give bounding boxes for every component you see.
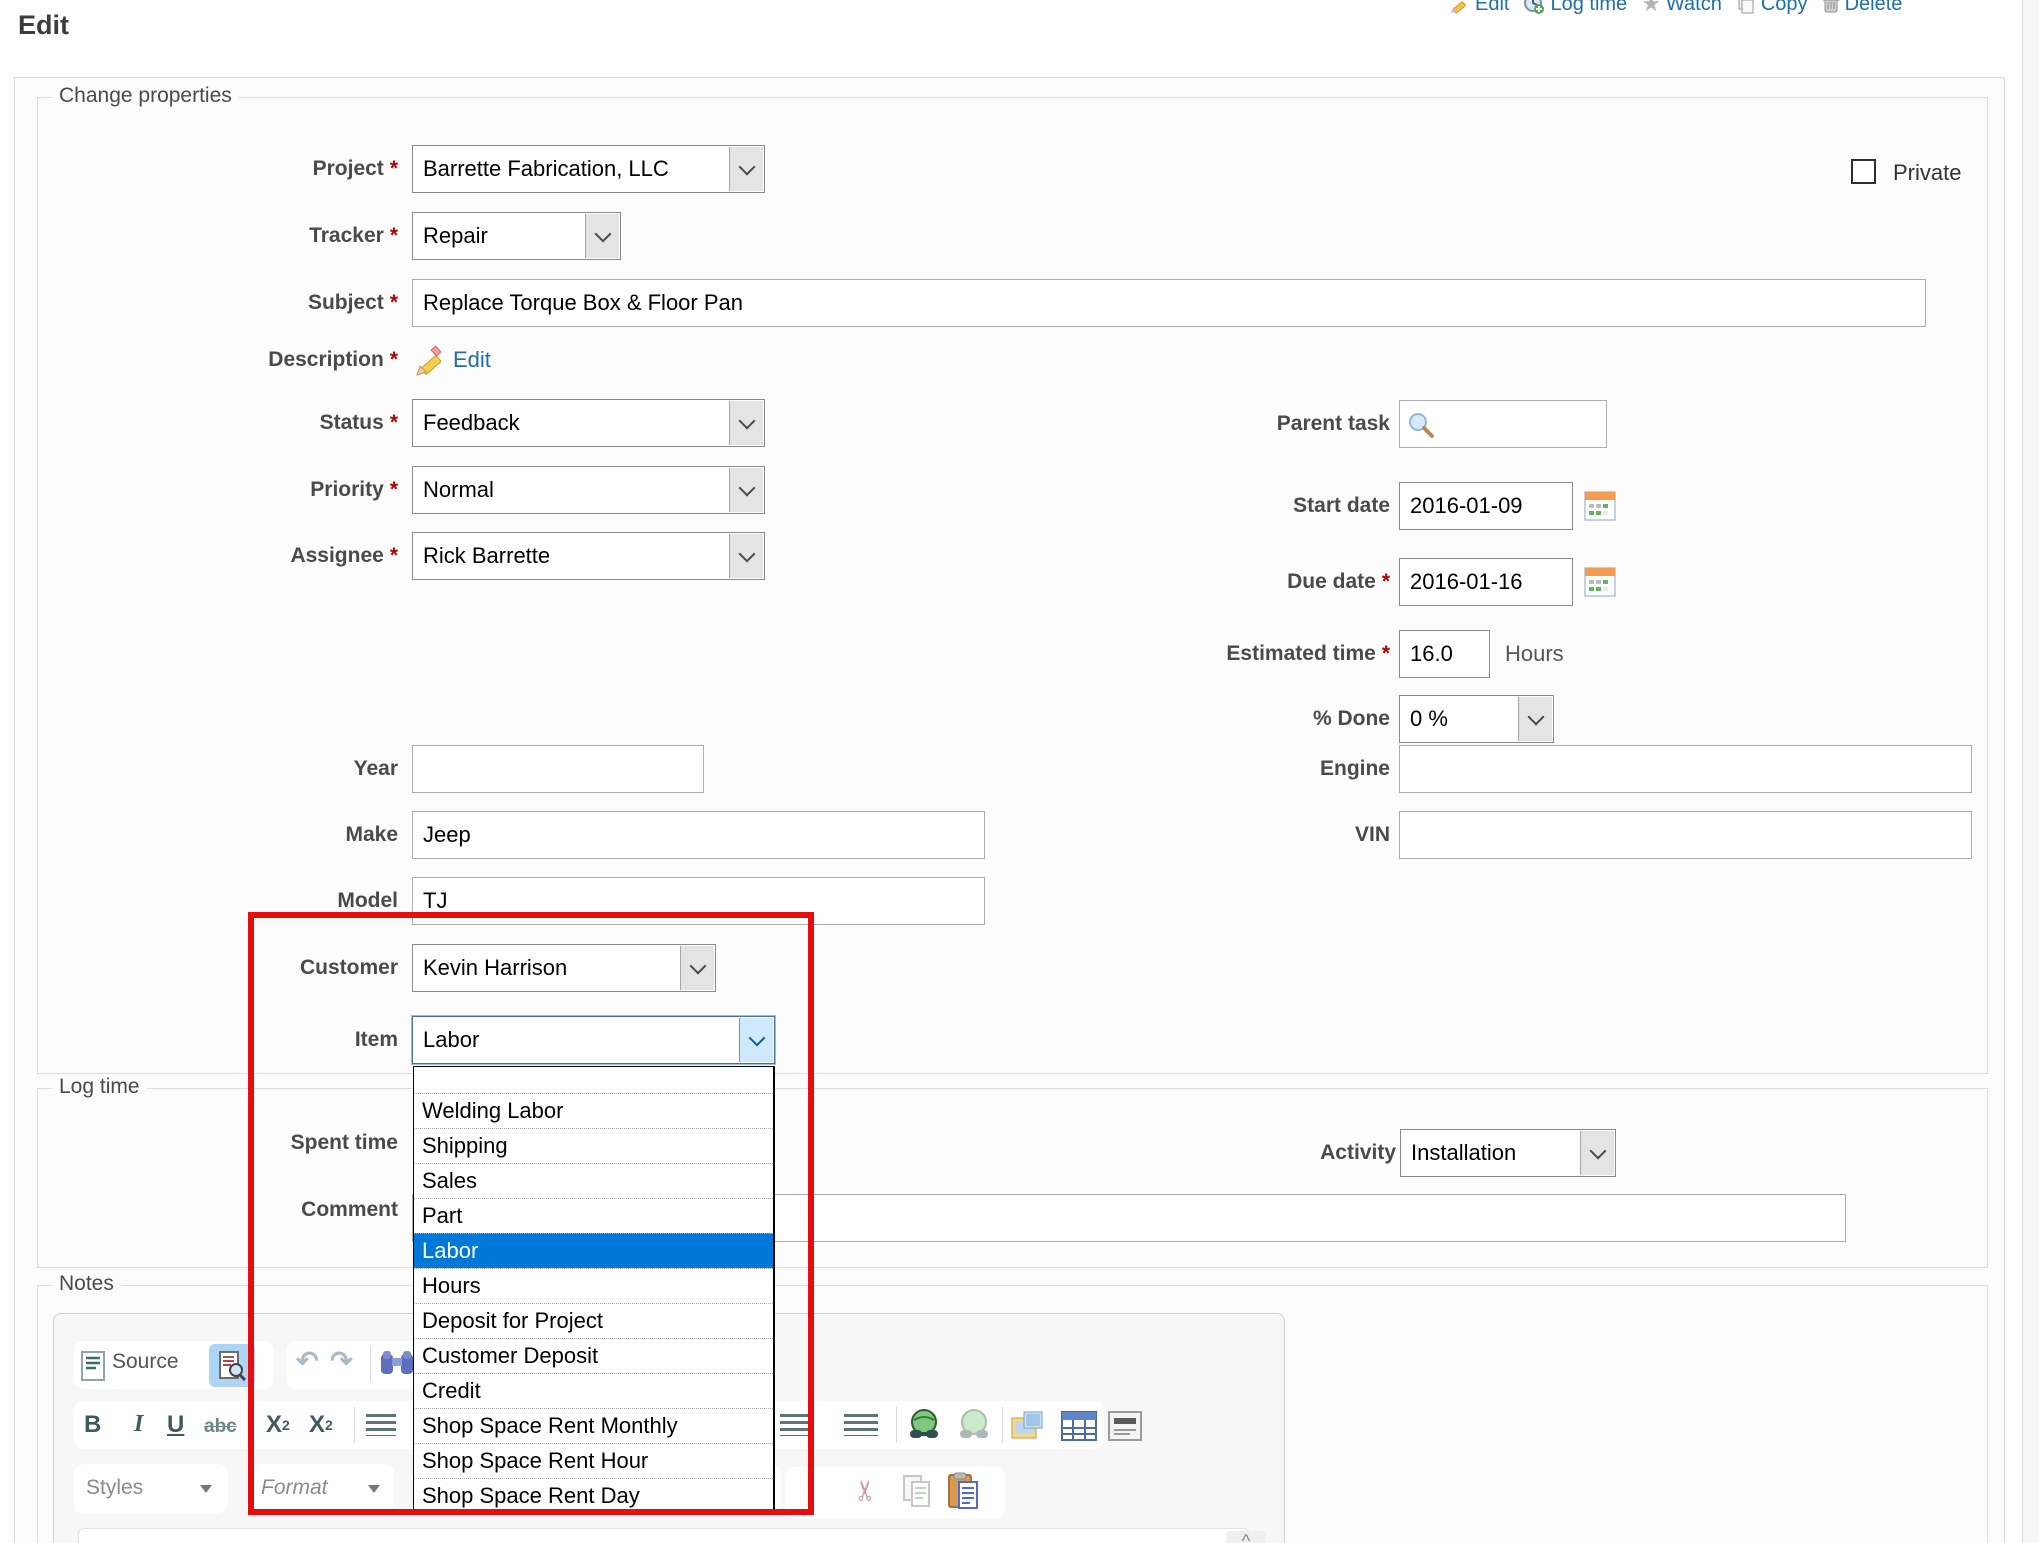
context-toolbar: Edit Log time ★ Watch Copy Delete [1450, 0, 1902, 18]
log-time-legend: Log time [52, 1075, 147, 1099]
styles-dropdown[interactable]: Styles [74, 1464, 228, 1514]
project-select[interactable]: Barrette Fabrication, LLC [412, 145, 765, 193]
due-date-input[interactable]: 2016-01-16 [1399, 558, 1573, 606]
copy-link[interactable]: Copy [1736, 0, 1808, 16]
start-date-input[interactable]: 2016-01-09 [1399, 482, 1573, 530]
description-label: Description* [60, 347, 398, 373]
source-button[interactable]: Source [112, 1350, 179, 1374]
cut-icon[interactable]: ✂ [849, 1479, 882, 1502]
engine-input[interactable] [1399, 745, 1972, 793]
chevron-down-icon [729, 468, 763, 512]
parent-task-label: Parent task [1000, 411, 1390, 437]
edit-link[interactable]: Edit [1450, 0, 1509, 16]
copy-pages-icon[interactable] [902, 1474, 932, 1508]
status-select[interactable]: Feedback [412, 399, 765, 447]
notes-legend: Notes [52, 1272, 121, 1296]
hours-unit-label: Hours [1505, 641, 1564, 667]
tracker-select[interactable]: Repair [412, 212, 621, 260]
page-title: Edit [18, 10, 69, 41]
image-icon[interactable] [1010, 1408, 1048, 1444]
make-input[interactable]: Jeep [412, 811, 985, 859]
trash-icon [1822, 0, 1840, 14]
template-doc-icon [218, 1351, 246, 1381]
clock-plus-icon [1523, 0, 1545, 15]
estimated-time-label: Estimated time* [1000, 641, 1390, 667]
issue-edit-page: Edit Log time ★ Watch Copy Delete Edit C… [0, 0, 2039, 1543]
private-checkbox[interactable] [1851, 159, 1876, 184]
vin-label: VIN [1000, 822, 1390, 848]
activity-label: Activity [1006, 1140, 1396, 1166]
chevron-down-icon [1580, 1131, 1614, 1175]
annotation-highlight-rectangle [248, 912, 814, 1515]
pencil-icon [413, 344, 447, 378]
status-label: Status* [60, 410, 398, 436]
pencil-icon [1450, 0, 1470, 14]
bold-button[interactable]: B [84, 1411, 101, 1439]
engine-label: Engine [1000, 756, 1390, 782]
chevron-down-icon [585, 214, 619, 258]
calendar-icon[interactable] [1584, 566, 1616, 603]
year-input[interactable] [412, 745, 704, 793]
subject-label: Subject* [60, 290, 398, 316]
tracker-label: Tracker* [60, 223, 398, 249]
chevron-down-icon [729, 401, 763, 445]
activity-select[interactable]: Installation [1400, 1129, 1616, 1177]
notes-content-area[interactable] [78, 1528, 1250, 1543]
unlink-icon[interactable] [956, 1408, 992, 1442]
table-icon[interactable] [1060, 1408, 1098, 1444]
description-edit-link[interactable]: Edit [453, 347, 491, 373]
delete-link[interactable]: Delete [1822, 0, 1903, 16]
text-block-icon[interactable] [1106, 1408, 1144, 1444]
italic-button[interactable]: I [134, 1411, 143, 1438]
chevron-down-icon [200, 1485, 212, 1493]
chevron-down-icon [1518, 697, 1552, 741]
year-label: Year [60, 756, 398, 782]
copy-icon [1736, 0, 1756, 14]
underline-button[interactable]: U [167, 1411, 184, 1439]
watch-link[interactable]: ★ Watch [1641, 0, 1722, 16]
subject-input[interactable]: Replace Torque Box & Floor Pan [412, 279, 1926, 327]
percent-done-label: % Done [1000, 706, 1390, 732]
due-date-label: Due date* [1000, 569, 1390, 595]
priority-select[interactable]: Normal [412, 466, 765, 514]
toolbar-collapse-button[interactable]: ^ [1226, 1531, 1266, 1543]
star-icon: ★ [1641, 0, 1661, 14]
justify-icon[interactable] [844, 1414, 878, 1436]
vin-input[interactable] [1399, 811, 1972, 859]
calendar-icon[interactable] [1584, 490, 1616, 527]
change-properties-legend: Change properties [52, 84, 239, 108]
chevron-down-icon [729, 534, 763, 578]
paste-icon[interactable] [947, 1472, 979, 1510]
source-doc-icon [80, 1351, 106, 1381]
strikethrough-button[interactable]: abc [204, 1416, 237, 1438]
estimated-time-input[interactable]: 16.0 [1399, 630, 1490, 678]
chevron-down-icon [729, 147, 763, 191]
start-date-label: Start date [1000, 493, 1390, 519]
assignee-select[interactable]: Rick Barrette [412, 532, 765, 580]
priority-label: Priority* [60, 477, 398, 503]
private-label: Private [1893, 160, 1961, 186]
link-icon[interactable] [906, 1408, 942, 1442]
log-time-link[interactable]: Log time [1523, 0, 1627, 16]
scrollbar-track[interactable] [2022, 0, 2039, 1543]
assignee-label: Assignee* [60, 543, 398, 569]
project-label: Project* [60, 156, 398, 182]
make-label: Make [60, 822, 398, 848]
search-icon [1407, 411, 1435, 444]
model-label: Model [60, 888, 398, 914]
percent-done-select[interactable]: 0 % [1399, 695, 1554, 743]
